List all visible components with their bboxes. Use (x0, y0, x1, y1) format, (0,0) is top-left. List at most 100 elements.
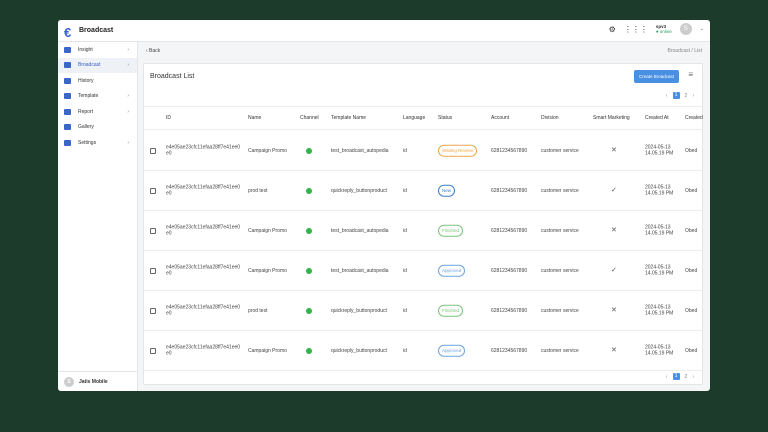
gallery-icon (64, 124, 71, 131)
template-name: test_broadcast_autopedia (331, 147, 389, 154)
column-header[interactable]: Status (438, 115, 452, 122)
filter-icon[interactable]: ≡ (688, 70, 693, 79)
gear-icon[interactable]: ⚙ (609, 25, 616, 34)
chevron-right-icon: › (127, 108, 129, 115)
row-checkbox[interactable] (150, 307, 156, 314)
broadcast-name: prod test (248, 187, 268, 194)
status-badge: Approved (438, 344, 466, 357)
status-badge: New (438, 184, 456, 197)
chevron-right-icon: › (127, 62, 129, 69)
column-header[interactable]: Division (541, 115, 559, 122)
account: 6281234567890 (491, 347, 528, 354)
language: id (403, 147, 407, 154)
created-by: Obed (685, 227, 698, 234)
whatsapp-icon (306, 307, 312, 314)
table-row[interactable]: e4e05ae23cfc11efaa28ff7e41ee0e0 Campaign… (144, 131, 702, 171)
status-badge: Approved (438, 264, 466, 277)
broadcast-name: Campaign Promo (248, 347, 287, 354)
language: id (403, 347, 407, 354)
sidebar-item-insight[interactable]: Insight › (58, 42, 137, 58)
sidebar-item-label: Insight (78, 46, 93, 53)
row-checkbox[interactable] (150, 267, 156, 274)
template-name: test_broadcast_autopedia (331, 227, 389, 234)
account: 6281234567890 (491, 147, 528, 154)
template-name: test_broadcast_autopedia (331, 267, 389, 274)
broadcast-name: Campaign Promo (248, 267, 287, 274)
column-header[interactable]: Account (491, 115, 509, 122)
org-name: Jatis Mobile (79, 378, 108, 385)
language: id (403, 187, 407, 194)
broadcast-name: Campaign Promo (248, 147, 287, 154)
sidebar-item-gallery[interactable]: Gallery (58, 120, 137, 136)
prev-page-button[interactable]: ‹ (666, 93, 668, 99)
sidebar-item-settings[interactable]: Settings › (58, 135, 137, 151)
insight-icon (64, 46, 71, 53)
table-row[interactable]: e4e05ae23cfc11efaa28ff7e41ee0e0 Campaign… (144, 331, 702, 371)
sidebar-item-label: Broadcast (78, 62, 101, 69)
language: id (403, 267, 407, 274)
table-row[interactable]: e4e05ae23cfc11efaa28ff7e41ee0e0 prod tes… (144, 291, 702, 331)
table-row[interactable]: e4e05ae23cfc11efaa28ff7e41ee0e0 prod tes… (144, 171, 702, 211)
column-header[interactable]: Created At (645, 115, 669, 122)
sidebar-item-report[interactable]: Report › (58, 104, 137, 120)
page-button[interactable]: 2 (685, 374, 688, 380)
table-row[interactable]: e4e05ae23cfc11efaa28ff7e41ee0e0 Campaign… (144, 251, 702, 291)
created-by: Obed (685, 307, 698, 314)
next-page-button[interactable]: › (692, 374, 694, 380)
check-icon: ✓ (611, 186, 617, 194)
prev-page-button[interactable]: ‹ (666, 374, 668, 380)
broadcast-name: Campaign Promo (248, 227, 287, 234)
column-header[interactable]: Smart Marketing (593, 115, 630, 122)
cross-icon: ✕ (611, 346, 617, 354)
table-row[interactable]: e4e05ae23cfc11efaa28ff7e41ee0e0 Campaign… (144, 211, 702, 251)
account: 6281234567890 (491, 227, 528, 234)
app-window: € Broadcast ⚙ ⋮⋮⋮ spv3 ● online S ⌄ Insig… (58, 20, 710, 391)
chevron-down-icon[interactable]: ⌄ (700, 26, 704, 32)
avatar: S (64, 376, 74, 387)
account: 6281234567890 (491, 267, 528, 274)
broadcast-name: prod test (248, 307, 268, 314)
broadcast-id: e4e05ae23cfc11efaa28ff7e41ee0e0 (166, 144, 241, 157)
page-button[interactable]: 1 (672, 92, 680, 99)
created-at: 2024-05-13 14.05.19 PM (645, 144, 674, 157)
row-checkbox[interactable] (150, 347, 156, 354)
whatsapp-icon (306, 347, 312, 354)
column-header[interactable]: Channel (300, 115, 319, 122)
account: 6281234567890 (491, 187, 528, 194)
division: customer service (541, 227, 579, 234)
history-icon (64, 77, 71, 84)
broadcast-id: e4e05ae23cfc11efaa28ff7e41ee0e0 (166, 344, 241, 357)
created-at: 2024-05-13 14.05.19 PM (645, 184, 674, 197)
page-button[interactable]: 2 (685, 93, 688, 99)
back-link[interactable]: ‹ Back (146, 48, 160, 54)
row-checkbox[interactable] (150, 147, 156, 154)
sidebar-item-history[interactable]: History (58, 73, 137, 89)
avatar[interactable]: S (679, 23, 692, 35)
column-header[interactable]: Language (403, 115, 425, 122)
row-checkbox[interactable] (150, 227, 156, 234)
create-broadcast-button[interactable]: Create Broadcast (633, 70, 679, 83)
column-header[interactable]: ID (166, 115, 171, 122)
created-by: Obed (685, 147, 698, 154)
created-at: 2024-05-13 14.05.19 PM (645, 344, 674, 357)
sidebar: Insight › Broadcast › History Template › Report… (58, 42, 138, 391)
table-header: ID Name Channel Template Name Language Status… (144, 106, 703, 130)
template-name: quickreply_buttonproduct (331, 307, 387, 314)
sidebar-item-broadcast[interactable]: Broadcast › (58, 57, 137, 73)
created-by: Obed (685, 187, 698, 194)
page-button[interactable]: 1 (672, 373, 680, 380)
template-name: quickreply_buttonproduct (331, 347, 387, 354)
apps-grid-icon[interactable]: ⋮⋮⋮ (624, 25, 648, 34)
whatsapp-icon (306, 227, 312, 234)
status-badge: Finished (438, 304, 464, 317)
broadcast-id: e4e05ae23cfc11efaa28ff7e41ee0e0 (166, 224, 241, 237)
whatsapp-icon (306, 147, 312, 154)
row-checkbox[interactable] (150, 187, 156, 194)
sidebar-item-template[interactable]: Template › (58, 89, 137, 105)
column-header[interactable]: Created (685, 115, 703, 122)
next-page-button[interactable]: › (692, 93, 694, 99)
broadcast-panel: Broadcast List Create Broadcast ≡ ‹ 1 2 › I… (143, 63, 703, 385)
status-badge: Waiting Review (438, 144, 477, 157)
column-header[interactable]: Template Name (331, 115, 366, 122)
column-header[interactable]: Name (248, 115, 261, 122)
